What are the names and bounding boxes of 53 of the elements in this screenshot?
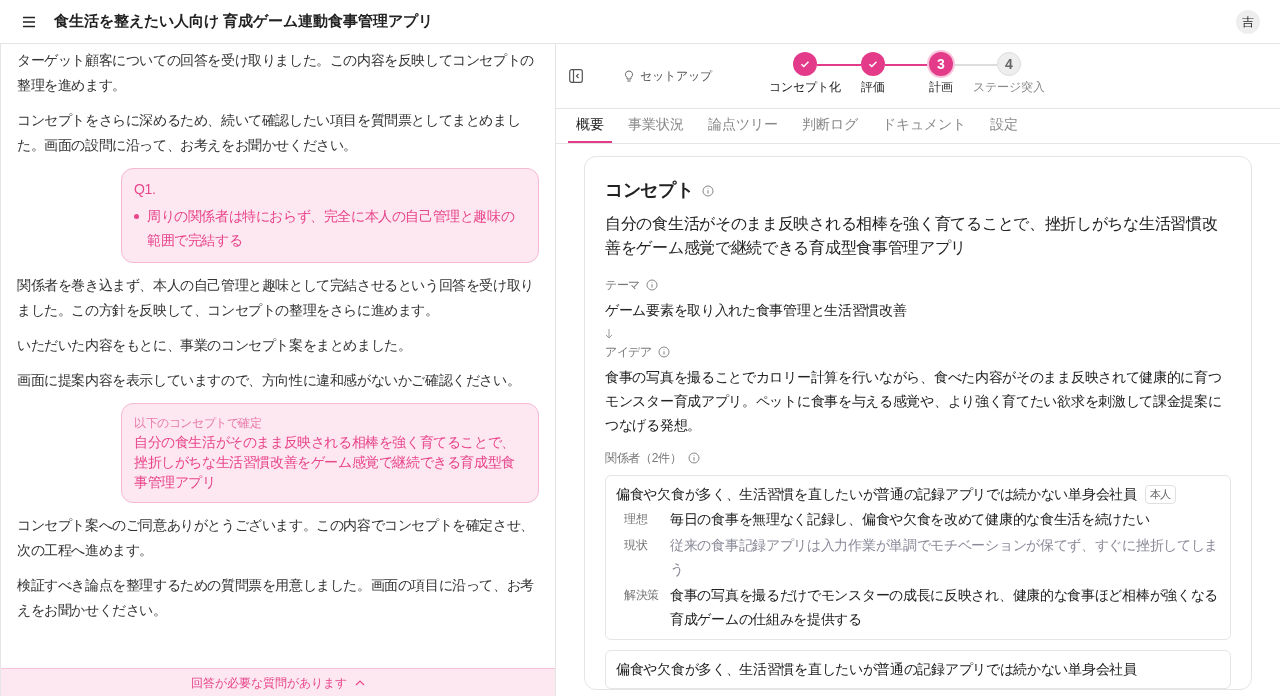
chat-message: 検証すべき論点を整理するための質問票を用意しました。画面の項目に沿って、お考えをお聞かせください。 (17, 576, 535, 620)
chat-message: いただいた内容をもとに、事業のコンセプト案をまとめました。 (17, 336, 413, 355)
tab[interactable]: 論点ツリー (700, 114, 786, 143)
info-icon (687, 452, 700, 464)
app-title: 食生活を整えたい人向け 育成ゲーム連動食事管理アプリ (54, 11, 434, 32)
tab[interactable]: 事業状況 (620, 114, 692, 143)
section-title: コンセプト (605, 179, 694, 202)
row-value: 食事の写真を撮るだけでモンスターの成長に反映され、健康的な食事ほど相棒が強くなる育成ゲームの仕組みを提供する (670, 586, 1219, 629)
tab[interactable]: 設定 (982, 114, 1026, 143)
row-value: 毎日の食事を無理なく記録し、偏食や欠食を改めて健康的な食生活を続けたい (670, 510, 1150, 529)
step-label: コンセプト化 (769, 79, 841, 96)
chat-message: ターゲット顧客についての回答を受け取りました。この内容を反映してコンセプトの整理を進めます。 (17, 51, 535, 95)
row-label: 理想 (623, 511, 649, 528)
confirm-caption: 以下のコンセプトで確定 (134, 415, 263, 432)
chevron-up-icon (355, 679, 365, 686)
theme-text: ゲーム要素を取り入れた食事管理と生活習慣改善 (605, 301, 908, 320)
stakeholder-name: 偏食や欠食が多く、生活習慣を直したいが普通の記録アプリでは続かない単身会社員 (616, 660, 1137, 679)
info-icon (657, 346, 670, 358)
lightbulb-icon (624, 69, 634, 83)
tab[interactable]: 判断ログ (794, 114, 866, 143)
menu-icon (22, 15, 36, 28)
setup-button[interactable]: セットアップ (624, 67, 712, 85)
row-label: 解決策 (623, 587, 661, 604)
concept-statement: 自分の食生活がそのまま反映される相棒を強く育てることで、挫折しがちな生活習慣改善をゲーム感覚で継続できる育成型食事管理アプリ (605, 214, 1219, 258)
row-label: 現状 (623, 537, 649, 554)
step-number: 3 (937, 54, 945, 74)
sidebar-toggle-icon (569, 69, 583, 83)
chat-message: コンセプトをさらに深めるため、続いて確認したい項目を質問票としてまとめました。画面の設問に沿って、お考えをお聞かせください。 (17, 111, 522, 155)
question-number: Q1. (134, 180, 157, 199)
pending-questions-bar[interactable]: 回答が必要な質問があります (1, 668, 555, 696)
chat-message: 画面に提案内容を表示していますので、方向性に違和感がないかご確認ください。 (17, 371, 522, 390)
field-label: アイデア (605, 344, 652, 361)
user-avatar[interactable]: 吉 (1236, 9, 1260, 34)
stakeholder-name: 偏食や欠食が多く、生活習慣を直したいが普通の記録アプリでは続かない単身会社員 (616, 485, 1137, 504)
row-value: 従来の食事記録アプリは入力作業が単調でモチベーションが保てず、すぐに挫折してしまう (670, 536, 1219, 579)
step-label: 評価 (861, 79, 885, 96)
step-number: 4 (1005, 54, 1013, 74)
chat-message: 関係者を巻き込まず、本人の自己管理と趣味として完結させるという回答を受け取りました。この方針を反映して、コンセプトの整理をさらに進めます。 (17, 276, 535, 320)
tab[interactable]: ドキュメント (874, 114, 974, 143)
info-icon (646, 279, 659, 291)
stakeholder-tag: 本人 (1144, 485, 1176, 504)
chat-message: コンセプト案へのご同意ありがとうございます。この内容でコンセプトを確定させ、次の工程へ進めます。 (17, 516, 535, 560)
step-label: ステージ突入 (973, 79, 1045, 96)
sidebar-toggle[interactable] (568, 68, 584, 84)
step-label: 計画 (929, 79, 953, 96)
field-label: 関係者（2件） (605, 450, 682, 467)
arrow-down-icon (605, 329, 613, 339)
field-label: テーマ (605, 277, 641, 294)
info-icon (701, 184, 714, 197)
confirm-text: 自分の食生活がそのまま反映される相棒を強く育てることで、挫折しがちな生活習慣改善をゲーム感覚で継続できる育成型食事管理アプリ (134, 433, 516, 492)
bullet-icon (134, 214, 139, 219)
idea-text: 食事の写真を撮ることでカロリー計算を行いながら、食べた内容がそのまま反映されて健康的に育つモンスター育成アプリ。ペットに食事を与える感覚や、より強く育てたい欲求を刺激して課金提案につなげる発想。 (605, 368, 1223, 435)
question-answer: 周りの関係者は特におらず、完全に本人の自己管理と趣味の範囲で完結する (147, 207, 516, 250)
